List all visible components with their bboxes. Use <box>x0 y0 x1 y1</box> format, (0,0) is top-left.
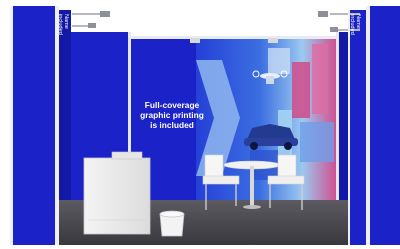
counter <box>83 151 151 235</box>
bin <box>159 210 185 237</box>
left-wall <box>12 6 55 245</box>
callout-line-3: is included <box>150 120 194 130</box>
right-fascia-line-2: included <box>349 14 355 35</box>
graphic-printing-callout: Full-coverage graphic printing is includ… <box>128 100 216 130</box>
callout-line-1: Full-coverage <box>144 100 200 110</box>
callout-line-2: graphic printing <box>140 110 204 120</box>
left-fascia-panel <box>59 10 71 200</box>
right-wall <box>350 10 366 245</box>
left-fascia-label: Name included <box>57 14 69 35</box>
left-fascia-line-2: included <box>57 14 63 35</box>
right-fascia-line-1: Name <box>355 14 361 29</box>
left-fascia-line-1: Name <box>63 14 69 29</box>
right-fascia-label: Name included <box>349 14 361 35</box>
